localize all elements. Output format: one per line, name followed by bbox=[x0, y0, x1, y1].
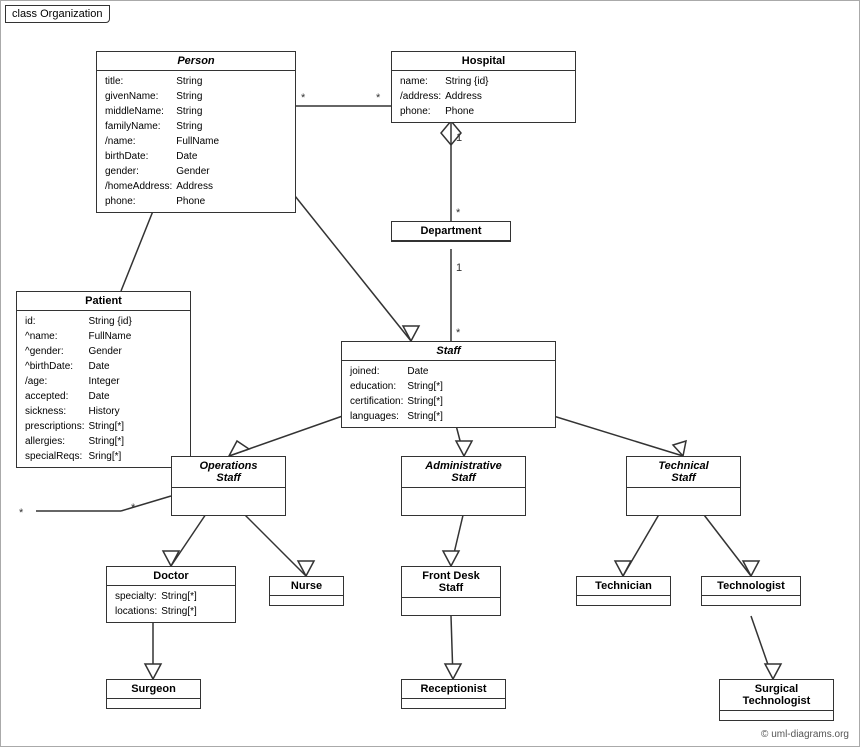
technologist-class: Technologist bbox=[701, 576, 801, 606]
staff-header: Staff bbox=[342, 342, 555, 361]
svg-text:*: * bbox=[456, 207, 461, 219]
administrative-staff-header: AdministrativeStaff bbox=[402, 457, 525, 488]
doctor-body: specialty:String[*] locations:String[*] bbox=[107, 586, 235, 622]
hospital-header: Hospital bbox=[392, 52, 575, 71]
svg-text:*: * bbox=[376, 92, 381, 104]
hospital-body: name:String {id} /address:Address phone:… bbox=[392, 71, 575, 122]
surgical-technologist-header: SurgicalTechnologist bbox=[720, 680, 833, 711]
technician-header: Technician bbox=[577, 577, 670, 596]
svg-text:*: * bbox=[301, 92, 306, 104]
department-header: Department bbox=[392, 222, 510, 241]
surgical-technologist-class: SurgicalTechnologist bbox=[719, 679, 834, 721]
technician-class: Technician bbox=[576, 576, 671, 606]
svg-text:1: 1 bbox=[456, 132, 462, 144]
receptionist-header: Receptionist bbox=[402, 680, 505, 699]
administrative-staff-class: AdministrativeStaff bbox=[401, 456, 526, 516]
staff-body: joined:Date education:String[*] certific… bbox=[342, 361, 555, 427]
technical-staff-header: TechnicalStaff bbox=[627, 457, 740, 488]
person-class: Person title:String givenName:String mid… bbox=[96, 51, 296, 213]
nurse-header: Nurse bbox=[270, 577, 343, 596]
copyright: © uml-diagrams.org bbox=[761, 729, 849, 740]
patient-body: id:String {id} ^name:FullName ^gender:Ge… bbox=[17, 311, 190, 467]
person-body: title:String givenName:String middleName… bbox=[97, 71, 295, 212]
patient-header: Patient bbox=[17, 292, 190, 311]
svg-text:*: * bbox=[456, 327, 461, 339]
surgeon-header: Surgeon bbox=[107, 680, 200, 699]
nurse-class: Nurse bbox=[269, 576, 344, 606]
diagram-title: class Organization bbox=[5, 5, 110, 23]
hospital-class: Hospital name:String {id} /address:Addre… bbox=[391, 51, 576, 123]
svg-text:*: * bbox=[19, 507, 24, 519]
svg-text:*: * bbox=[131, 502, 136, 514]
department-class: Department bbox=[391, 221, 511, 242]
doctor-header: Doctor bbox=[107, 567, 235, 586]
person-header: Person bbox=[97, 52, 295, 71]
technologist-header: Technologist bbox=[702, 577, 800, 596]
technical-staff-class: TechnicalStaff bbox=[626, 456, 741, 516]
receptionist-class: Receptionist bbox=[401, 679, 506, 709]
diagram-container: class Organization * * 1 * 1 * * * bbox=[0, 0, 860, 747]
doctor-class: Doctor specialty:String[*] locations:Str… bbox=[106, 566, 236, 623]
operations-staff-class: OperationsStaff bbox=[171, 456, 286, 516]
patient-class: Patient id:String {id} ^name:FullName ^g… bbox=[16, 291, 191, 468]
front-desk-staff-header: Front DeskStaff bbox=[402, 567, 500, 598]
svg-text:1: 1 bbox=[456, 262, 462, 274]
surgeon-class: Surgeon bbox=[106, 679, 201, 709]
operations-staff-header: OperationsStaff bbox=[172, 457, 285, 488]
staff-class: Staff joined:Date education:String[*] ce… bbox=[341, 341, 556, 428]
front-desk-staff-class: Front DeskStaff bbox=[401, 566, 501, 616]
